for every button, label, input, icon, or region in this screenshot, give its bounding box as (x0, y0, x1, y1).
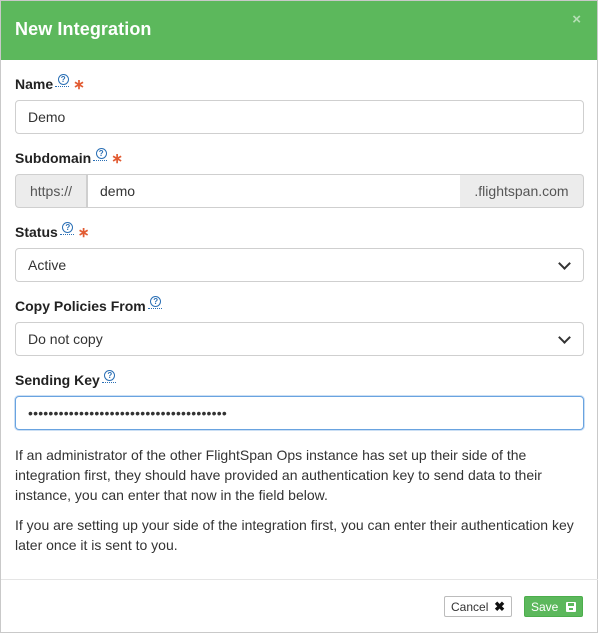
status-selected-value: Active (28, 257, 67, 273)
save-button-label: Save (531, 599, 559, 614)
name-input-value: Demo (28, 109, 66, 125)
help-icon[interactable]: ? (101, 370, 116, 383)
subdomain-input-value: demo (100, 183, 136, 199)
name-label-row: Name ? ∗ (15, 74, 85, 93)
subdomain-input-group: https:// demo .flightspan.com (15, 174, 584, 208)
floppy-disk-icon (566, 601, 576, 612)
subdomain-input[interactable]: demo (87, 174, 460, 208)
status-label-row: Status ? ∗ (15, 222, 90, 241)
chevron-down-icon (558, 330, 571, 344)
required-asterisk: ∗ (73, 76, 85, 92)
modal-header: New Integration × (1, 1, 597, 60)
help-icon[interactable]: ? (59, 222, 74, 235)
info-paragraph-2: If you are setting up your side of the i… (15, 517, 574, 553)
modal-title: New Integration (15, 19, 152, 39)
name-input[interactable]: Demo (15, 100, 584, 134)
sending-key-label: Sending Key (15, 372, 100, 388)
subdomain-label: Subdomain (15, 150, 92, 166)
status-label: Status (15, 224, 58, 240)
cancel-button-label: Cancel (451, 599, 489, 614)
required-asterisk: ∗ (77, 224, 90, 240)
cancel-button[interactable]: Cancel ✖ (444, 596, 512, 617)
name-label: Name (15, 76, 54, 92)
x-icon: ✖ (494, 598, 505, 614)
status-select[interactable]: Active (15, 248, 584, 282)
copy-policies-label-row: Copy Policies From ? (15, 296, 162, 314)
subdomain-suffix: .flightspan.com (460, 174, 584, 208)
chevron-down-icon (558, 256, 571, 270)
info-paragraph-1: If an administrator of the other FlightS… (15, 447, 542, 503)
subdomain-prefix: https:// (15, 174, 87, 208)
required-asterisk: ∗ (111, 150, 123, 166)
sending-key-masked-value: ••••••••••••••••••••••••••••••••••••••• (28, 405, 227, 421)
help-icon[interactable]: ? (93, 148, 108, 161)
help-icon[interactable]: ? (147, 296, 162, 309)
copy-policies-select[interactable]: Do not copy (15, 322, 584, 356)
subdomain-label-row: Subdomain ? ∗ (15, 148, 123, 167)
new-integration-modal: New Integration × Name ? ∗ Demo Subdomai… (0, 0, 598, 633)
copy-policies-label: Copy Policies From (15, 298, 146, 314)
footer-divider (1, 579, 598, 580)
copy-policies-selected-value: Do not copy (28, 331, 103, 347)
help-icon[interactable]: ? (55, 74, 70, 87)
sending-key-input[interactable]: ••••••••••••••••••••••••••••••••••••••• (15, 396, 584, 430)
sending-key-label-row: Sending Key ? (15, 370, 116, 388)
save-button[interactable]: Save (524, 596, 583, 617)
close-icon[interactable]: × (572, 11, 581, 28)
